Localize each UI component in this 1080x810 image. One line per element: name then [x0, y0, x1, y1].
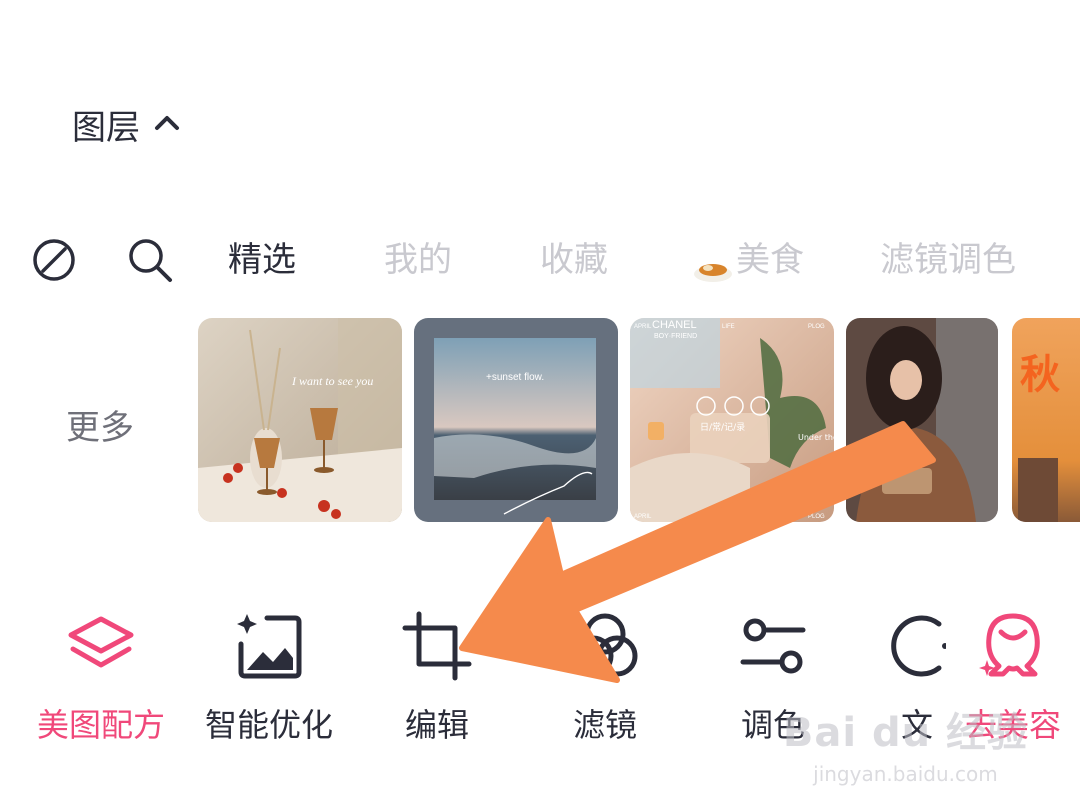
watermark: Bai du 经验 jingyan.baidu.com	[783, 700, 1028, 786]
layers-icon	[61, 606, 141, 686]
smart-optimize-label: 智能优化	[204, 706, 333, 744]
food-bowl-icon	[692, 249, 734, 282]
adjust-sliders-icon	[733, 606, 813, 686]
edit-tool-button[interactable]: 编辑	[362, 606, 512, 746]
tab-filter-color[interactable]: 滤镜调色	[880, 236, 1016, 284]
thumb-3-corner-tr: PLOG	[808, 324, 825, 330]
thumb-3-corner-bl: APRIL	[634, 514, 652, 520]
tab-selected[interactable]: 精选	[228, 236, 296, 284]
tab-favorites[interactable]: 收藏	[540, 236, 608, 284]
thumb-3-center-text: 日/常/记/录	[700, 421, 745, 433]
smart-optimize-button[interactable]: 智能优化	[194, 606, 344, 746]
recipe-tool-label: 美图配方	[36, 706, 165, 744]
thumb-3-side-text: Under the tree 在树下	[798, 432, 834, 442]
filter-tool-label: 滤镜	[572, 706, 637, 744]
search-icon[interactable]	[126, 236, 174, 284]
tab-food[interactable]: 美食	[692, 236, 804, 284]
recipe-thumb-5[interactable]: 秋	[1012, 318, 1080, 522]
watermark-url: jingyan.baidu.com	[813, 762, 998, 786]
thumb-2-caption: +sunset flow.	[486, 372, 544, 383]
thumb-3-corner-tm: LIFE	[722, 324, 735, 330]
crop-icon	[397, 606, 477, 686]
layer-toggle[interactable]: 图层	[72, 100, 180, 148]
chevron-up-icon	[154, 113, 180, 135]
beauty-face-icon	[973, 606, 1053, 686]
thumb-1-caption: I want to see you	[291, 374, 373, 388]
filter-tool-button[interactable]: 滤镜	[530, 606, 680, 746]
thumb-5-caption: 秋	[1020, 352, 1060, 398]
more-link[interactable]: 更多	[66, 400, 134, 449]
thumb-3-corner-tl: APRIL	[634, 324, 652, 330]
recipe-thumb-2[interactable]: +sunset flow.	[414, 318, 618, 522]
recipe-thumb-3[interactable]: CHANEL BOY·FRIEND APRIL LIFE PLOG 日/常/记/…	[630, 318, 834, 522]
no-filter-icon[interactable]	[30, 236, 78, 284]
tab-mine[interactable]: 我的	[384, 236, 452, 284]
watermark-brand: Bai du 经验	[782, 710, 1028, 756]
thumb-3-title: CHANEL	[652, 319, 697, 331]
recipe-thumb-1[interactable]: I want to see you	[198, 318, 402, 522]
tab-food-label: 美食	[736, 240, 804, 280]
layer-label: 图层	[72, 107, 140, 148]
text-icon	[877, 606, 957, 686]
edit-tool-label: 编辑	[404, 706, 469, 744]
magic-photo-icon	[229, 606, 309, 686]
filter-circles-icon	[565, 606, 645, 686]
thumb-3-corner-br: PLOG	[808, 514, 825, 520]
thumb-3-subtitle: BOY·FRIEND	[654, 333, 697, 340]
recipe-tool-button[interactable]: 美图配方	[26, 606, 176, 746]
recipe-thumb-4[interactable]	[846, 318, 998, 522]
